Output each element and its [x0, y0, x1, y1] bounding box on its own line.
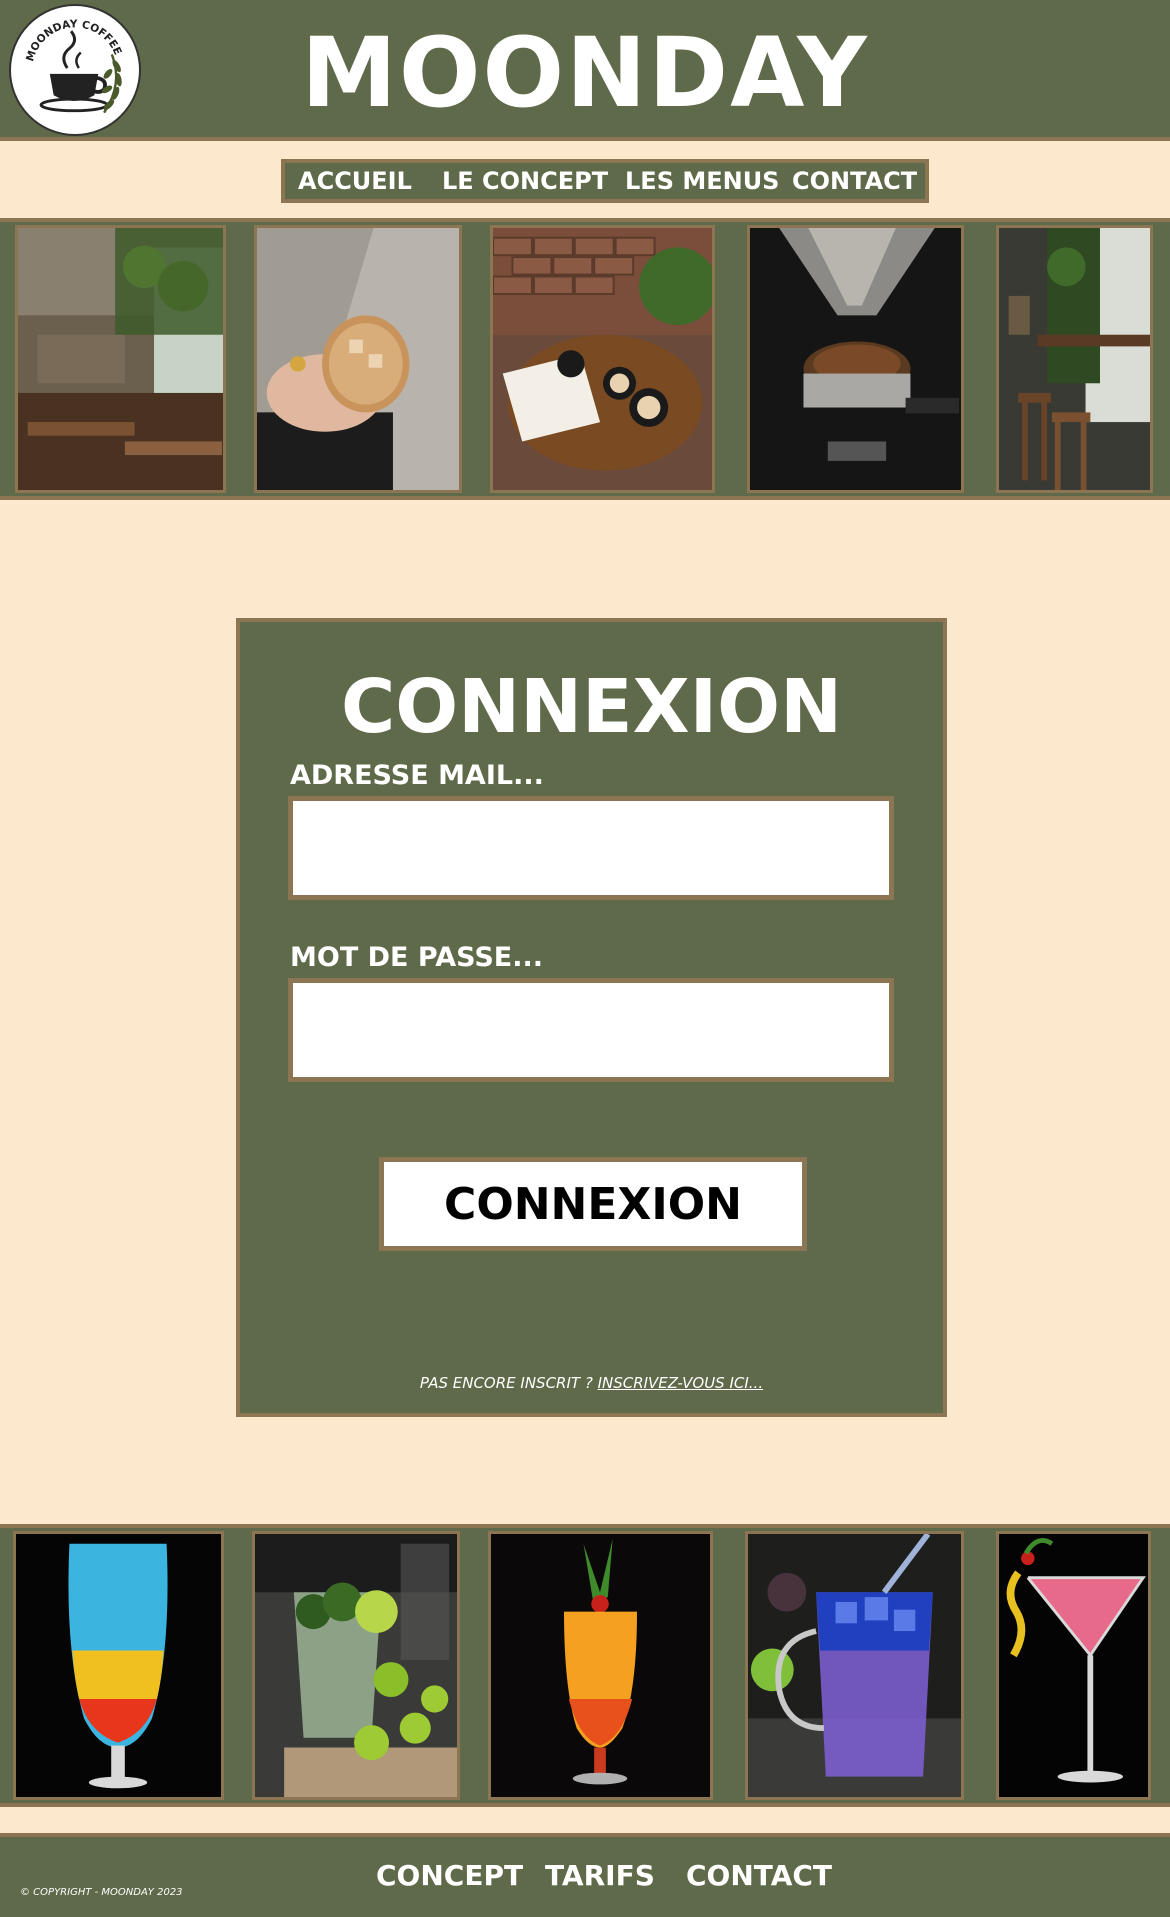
photo-iced-coffee-in-hand	[254, 225, 462, 493]
footer-link-concept[interactable]: CONCEPT	[376, 1859, 523, 1892]
email-field[interactable]	[288, 796, 894, 900]
nav-item-le-concept[interactable]: LE CONCEPT	[442, 167, 608, 195]
photo-gallery-top	[0, 218, 1170, 500]
main-nav: ACCUEIL LE CONCEPT LES MENUS CONTACT	[281, 159, 929, 203]
footer-link-tarifs[interactable]: TARIFS	[545, 1859, 655, 1892]
photo-bar-stools-by-window	[996, 225, 1153, 493]
footer-link-contact[interactable]: CONTACT	[686, 1859, 832, 1892]
photo-restaurant-interior	[15, 225, 226, 493]
photo-orange-tropical-cocktail	[488, 1531, 713, 1800]
signup-prompt-text: PAS ENCORE INSCRIT ?	[419, 1374, 593, 1392]
photo-layered-blue-cocktail	[13, 1531, 224, 1800]
password-field[interactable]	[288, 978, 894, 1082]
nav-item-accueil[interactable]: ACCUEIL	[298, 167, 412, 195]
password-label: MOT DE PASSE...	[290, 942, 543, 973]
photo-pink-martini	[996, 1531, 1151, 1800]
photo-gallery-bottom	[0, 1524, 1170, 1807]
nav-item-les-menus[interactable]: LES MENUS	[625, 167, 779, 195]
photo-mojito-with-limes	[252, 1531, 460, 1800]
site-footer: © COPYRIGHT - MOONDAY 2023 CONCEPT TARIF…	[0, 1833, 1170, 1917]
email-label: ADRESSE MAIL...	[290, 760, 544, 791]
login-panel: CONNEXION ADRESSE MAIL... MOT DE PASSE..…	[236, 618, 947, 1417]
signup-prompt-line: PAS ENCORE INSCRIT ? INSCRIVEZ-VOUS ICI.…	[240, 1374, 943, 1392]
site-title: MOONDAY	[301, 17, 869, 129]
photo-blue-purple-iced-drink	[745, 1531, 964, 1800]
photo-coffee-table-with-book	[490, 225, 715, 493]
signup-link[interactable]: INSCRIVEZ-VOUS ICI...	[598, 1374, 764, 1392]
login-title: CONNEXION	[340, 664, 843, 750]
login-submit-button[interactable]: CONNEXION	[379, 1157, 807, 1251]
site-header: MOONDAY COFFEE MOONDAY	[0, 0, 1170, 141]
photo-espresso-grinder	[747, 225, 964, 493]
copyright-text: © COPYRIGHT - MOONDAY 2023	[20, 1887, 183, 1898]
nav-item-contact[interactable]: CONTACT	[792, 167, 917, 195]
